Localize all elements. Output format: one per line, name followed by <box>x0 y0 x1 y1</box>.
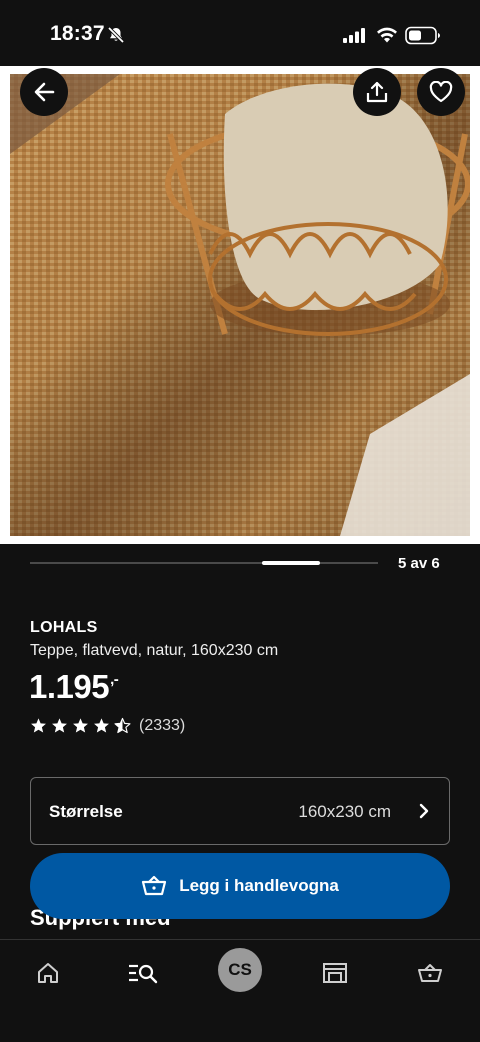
size-selector[interactable]: Størrelse 160x230 cm <box>30 777 450 845</box>
heart-icon <box>429 81 453 103</box>
star-icon <box>73 718 88 733</box>
carousel-progress-track <box>30 562 378 564</box>
share-icon <box>366 81 388 103</box>
bell-muted-icon <box>107 26 125 44</box>
nav-home[interactable] <box>28 958 68 988</box>
chevron-right-icon <box>419 803 429 819</box>
nav-profile-avatar[interactable]: CS <box>218 948 262 992</box>
rating-stars[interactable] <box>30 717 131 735</box>
basket-icon <box>418 964 442 982</box>
basket-icon <box>142 875 167 896</box>
product-image[interactable] <box>10 74 470 536</box>
signal-icon <box>343 28 365 43</box>
carousel-progress-thumb <box>262 561 320 565</box>
arrow-left-icon <box>34 82 55 102</box>
home-icon <box>38 963 58 983</box>
star-icon <box>94 718 109 733</box>
product-image-frame <box>0 66 480 544</box>
half-star-icon <box>114 717 131 734</box>
store-icon <box>323 963 347 983</box>
back-button[interactable] <box>20 68 68 116</box>
nav-store[interactable] <box>315 958 355 988</box>
size-label: Størrelse <box>49 802 123 821</box>
product-description: Teppe, flatvevd, natur, 160x230 cm <box>30 642 279 659</box>
carousel-counter: 5 av 6 <box>398 555 440 572</box>
favorite-button[interactable] <box>417 68 465 116</box>
star-icon <box>31 718 46 733</box>
product-price: 1.195,- <box>29 668 119 706</box>
battery-icon <box>405 26 440 45</box>
nav-cart[interactable] <box>410 958 450 988</box>
search-list-icon <box>129 964 158 984</box>
star-icon <box>52 718 67 733</box>
product-name: LOHALS <box>30 619 98 636</box>
rating-count[interactable]: (2333) <box>139 717 185 735</box>
status-time: 18:37 <box>50 22 105 45</box>
wifi-icon <box>377 27 397 43</box>
price-value: 1.195 <box>29 668 110 705</box>
nav-search[interactable] <box>123 958 163 988</box>
status-bar: 18:37 <box>0 0 480 66</box>
share-button[interactable] <box>353 68 401 116</box>
add-to-cart-button[interactable]: Legg i handlevogna <box>30 853 450 919</box>
price-suffix: ,- <box>110 671 119 688</box>
size-value: 160x230 cm <box>298 802 391 821</box>
bottom-navigation: CS <box>0 939 480 1042</box>
add-to-cart-label: Legg i handlevogna <box>179 876 339 895</box>
